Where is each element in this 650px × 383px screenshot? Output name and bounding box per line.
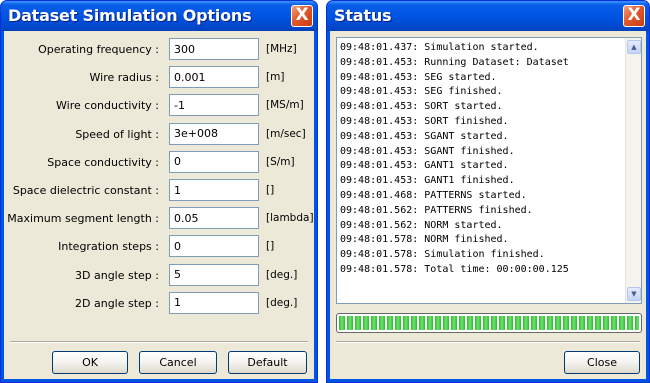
option-unit: [lambda] (266, 212, 314, 225)
option-input[interactable] (169, 38, 259, 60)
cancel-button[interactable]: Cancel (139, 351, 217, 374)
option-label: Space conductivity : (47, 155, 159, 169)
option-input[interactable] (169, 207, 259, 230)
option-unit: [m] (266, 71, 285, 84)
option-unit: [] (266, 240, 275, 253)
status-log[interactable]: 09:48:01.437: Simulation started. 09:48:0… (336, 37, 642, 304)
log-line: 09:48:01.437: Simulation started. (340, 42, 539, 53)
log-line: 09:48:01.453: SEG finished. (340, 86, 503, 98)
option-row: Space conductivity : [S/m] (4, 150, 314, 175)
log-line: 09:48:01.453: Running Dataset: Dataset (340, 56, 569, 68)
close-button[interactable]: Close (564, 351, 640, 374)
progress-bar (336, 313, 642, 333)
option-label: Speed of light : (75, 127, 159, 141)
log-line: 09:48:01.578: NORM finished. (340, 234, 509, 246)
status-close-x-button[interactable]: X (623, 5, 645, 27)
option-label: Integration steps : (58, 240, 159, 254)
option-unit: [] (266, 184, 275, 196)
option-label: Space dielectric constant : (12, 184, 159, 197)
option-row: 2D angle step : [deg.] (4, 291, 314, 316)
option-label: Maximum segment length : (7, 212, 159, 226)
log-line: 09:48:01.453: SGANT finished. (340, 145, 515, 157)
log-line: 09:48:01.578: Total time: 00:00:00.125 (340, 263, 569, 275)
scroll-down-icon[interactable]: ▼ (627, 287, 641, 301)
option-unit: [deg.] (266, 296, 298, 309)
option-row: 3D angle step : [deg.] (4, 263, 314, 288)
options-close-button[interactable]: X (291, 5, 313, 27)
option-row: Speed of light : [m/sec] (4, 122, 314, 147)
option-label: 3D angle step : (75, 268, 159, 282)
log-line: 09:48:01.453: SORT started. (340, 101, 503, 113)
option-row: Integration steps : [] (4, 235, 314, 259)
option-unit: [MS/m] (266, 99, 304, 112)
option-input[interactable] (169, 291, 259, 314)
option-input[interactable] (169, 94, 259, 117)
default-button[interactable]: Default (228, 351, 307, 374)
option-unit: [deg.] (266, 268, 298, 281)
log-line: 09:48:01.562: NORM started. (340, 219, 503, 231)
log-line: 09:48:01.453: SORT finished. (340, 115, 509, 127)
option-unit: [S/m] (266, 155, 295, 168)
option-row: Operating frequency : [MHz] (4, 38, 314, 62)
option-input[interactable] (169, 66, 259, 89)
option-label: Operating frequency : (38, 43, 159, 56)
option-label: 2D angle step : (75, 296, 159, 310)
log-line: 09:48:01.562: PATTERNS finished. (340, 204, 533, 216)
option-input[interactable] (169, 235, 259, 258)
option-row: Wire radius : [m] (4, 66, 314, 90)
log-line: 09:48:01.453: SEG started. (340, 71, 497, 83)
option-unit: [m/sec] (266, 127, 306, 140)
options-divider (10, 341, 308, 343)
progress-fill (339, 316, 639, 330)
options-client-area: Operating frequency : [MHz] Wire radius : [… (4, 31, 314, 379)
option-input[interactable] (169, 179, 259, 201)
option-label: Wire conductivity : (56, 99, 159, 113)
log-line: 09:48:01.578: Simulation finished. (340, 249, 545, 261)
scroll-up-icon[interactable]: ▲ (627, 40, 641, 54)
log-line: 09:48:01.453: SGANT started. (340, 130, 509, 142)
status-window-title: Status (334, 6, 392, 25)
log-line: 09:48:01.468: PATTERNS started. (340, 189, 527, 201)
option-row: Wire conductivity : [MS/m] (4, 94, 314, 118)
status-divider (336, 341, 640, 343)
option-row: Maximum segment length : [lambda] (4, 207, 314, 231)
dataset-simulation-options-window: Dataset Simulation Options X Operating f… (0, 0, 318, 383)
option-input[interactable] (169, 150, 259, 173)
option-input[interactable] (169, 122, 259, 145)
ok-button[interactable]: OK (52, 351, 128, 374)
status-window: Status X 09:48:01.437: Simulation starte… (326, 0, 650, 383)
option-unit: [MHz] (266, 43, 297, 55)
option-input[interactable] (169, 263, 259, 286)
option-label: Wire radius : (89, 71, 159, 85)
log-line: 09:48:01.453: GANT1 finished. (340, 175, 515, 187)
status-client-area: 09:48:01.437: Simulation started. 09:48:0… (330, 31, 646, 379)
log-scrollbar[interactable]: ▲ ▼ (625, 38, 641, 303)
option-row: Space dielectric constant : [] (4, 179, 314, 203)
options-title-bar[interactable]: Dataset Simulation Options X (1, 1, 317, 31)
options-window-title: Dataset Simulation Options (8, 6, 252, 25)
log-lines: 09:48:01.437: Simulation started. 09:48:0… (340, 41, 624, 300)
log-line: 09:48:01.453: GANT1 started. (340, 160, 509, 172)
status-title-bar[interactable]: Status X (327, 1, 649, 31)
